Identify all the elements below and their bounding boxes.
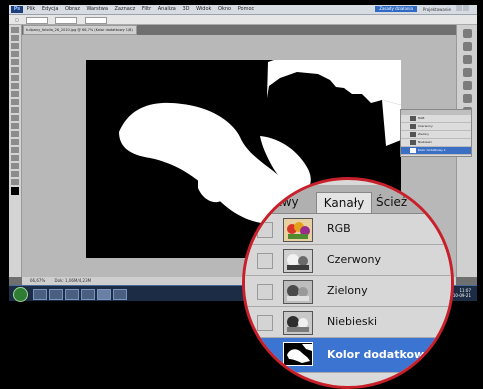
move-tool-icon[interactable] xyxy=(11,27,19,33)
gradient-tool-icon[interactable] xyxy=(11,115,19,121)
mini-channel-green[interactable]: Zielony xyxy=(401,131,471,139)
marquee-tool-icon[interactable] xyxy=(11,35,19,41)
pen-tool-icon[interactable] xyxy=(11,139,19,145)
eyedropper-tool-icon[interactable] xyxy=(11,67,19,73)
menu-view[interactable]: Widok xyxy=(196,5,211,14)
mini-channel-spot[interactable]: Kolor dodatkowy 1 xyxy=(401,147,471,155)
menu-3d[interactable]: 3D xyxy=(182,5,189,14)
tab-channels[interactable]: Kanały xyxy=(316,192,372,213)
mini-channel-red[interactable]: Czerwony xyxy=(401,123,471,131)
menu-image[interactable]: Obraz xyxy=(65,5,80,14)
rgb-thumbnail-icon xyxy=(283,218,313,242)
document-size: Dok: 1,06M/4,23M xyxy=(54,278,92,283)
green-channel-thumbnail-icon xyxy=(283,280,313,304)
mini-channel-rgb[interactable]: RGB xyxy=(401,115,471,123)
maximize-icon[interactable] xyxy=(463,5,469,11)
document-tab[interactable]: tulipany_fotolia_26_2010.jpg @ 66,7% (Ko… xyxy=(23,25,137,35)
photoshop-logo: Ps xyxy=(11,6,23,13)
taskbar-app-6-icon[interactable] xyxy=(113,289,127,300)
channel-label: Zielony xyxy=(327,284,368,297)
zoom-level[interactable]: 66,67% xyxy=(30,278,45,283)
swatches-panel-icon[interactable] xyxy=(463,42,472,51)
window-controls xyxy=(455,5,475,21)
menu-window[interactable]: Okno xyxy=(218,5,231,14)
menu-analysis[interactable]: Analiza xyxy=(158,5,176,14)
eraser-tool-icon[interactable] xyxy=(11,107,19,113)
shape-tool-icon[interactable] xyxy=(11,163,19,169)
workspace-design-label[interactable]: Projektowanie xyxy=(423,6,451,13)
zoom-tool-icon[interactable] xyxy=(11,179,19,185)
brush-tool-icon[interactable] xyxy=(11,83,19,89)
history-brush-tool-icon[interactable] xyxy=(11,99,19,105)
foreground-color-swatch[interactable] xyxy=(11,187,19,195)
menu-layer[interactable]: Warstwa xyxy=(86,5,107,14)
menu-select[interactable]: Zaznacz xyxy=(115,5,136,14)
channel-row-blue[interactable]: Niebieski xyxy=(245,307,451,338)
menu-help[interactable]: Pomoc xyxy=(238,5,255,14)
option-input-2[interactable] xyxy=(55,15,78,24)
visibility-toggle[interactable] xyxy=(257,284,273,300)
healing-tool-icon[interactable] xyxy=(11,75,19,81)
channel-row-green[interactable]: Zielony xyxy=(245,276,451,307)
channel-label: Niebieski xyxy=(327,315,378,328)
lasso-tool-icon[interactable] xyxy=(11,43,19,49)
styles-panel-icon[interactable] xyxy=(463,55,472,64)
dodge-tool-icon[interactable] xyxy=(11,131,19,137)
taskbar-app-1-icon[interactable] xyxy=(33,289,47,300)
layers-panel-icon[interactable] xyxy=(463,94,472,103)
channel-row-spot-color[interactable]: Kolor dodatkowy 1 xyxy=(245,338,451,373)
crop-tool-icon[interactable] xyxy=(11,59,19,65)
panel-tab-strip: twy Kanały Ścież xyxy=(245,185,451,214)
visibility-toggle[interactable] xyxy=(257,222,273,238)
blur-tool-icon[interactable] xyxy=(11,123,19,129)
option-input-3[interactable] xyxy=(84,15,107,24)
channel-label: RGB xyxy=(327,222,351,235)
red-channel-thumbnail-icon xyxy=(283,249,313,273)
taskbar-app-3-icon[interactable] xyxy=(65,289,79,300)
options-bar: ▢ xyxy=(9,15,477,25)
toolbox xyxy=(9,25,22,277)
tab-layers[interactable]: twy xyxy=(277,192,299,212)
channel-label: Czerwony xyxy=(327,253,381,266)
quick-select-tool-icon[interactable] xyxy=(11,51,19,57)
workspace-essentials-button[interactable]: Zasady działania xyxy=(375,6,417,12)
mini-channel-blue[interactable]: Niebieski xyxy=(401,139,471,147)
menu-bar: Ps Plik Edycja Obraz Warstwa Zaznacz Fil… xyxy=(9,5,477,21)
menu-filter[interactable]: Filtr xyxy=(142,5,151,14)
color-panel-icon[interactable] xyxy=(463,29,472,38)
taskbar-app-2-icon[interactable] xyxy=(49,289,63,300)
taskbar-photoshop-icon[interactable] xyxy=(97,289,111,300)
type-tool-icon[interactable] xyxy=(11,147,19,153)
visibility-eye-icon[interactable] xyxy=(257,346,273,362)
minimize-icon[interactable] xyxy=(456,5,462,11)
tab-paths[interactable]: Ścież xyxy=(376,192,407,212)
magnifier-callout: twy Kanały Ścież RGB Czerwony Zielony Ni… xyxy=(242,177,454,389)
clone-tool-icon[interactable] xyxy=(11,91,19,97)
masks-panel-icon[interactable] xyxy=(463,81,472,90)
channel-row-red[interactable]: Czerwony xyxy=(245,245,451,276)
channel-label: Kolor dodatkowy 1 xyxy=(327,348,443,361)
adjustments-panel-icon[interactable] xyxy=(463,68,472,77)
visibility-toggle[interactable] xyxy=(257,315,273,331)
hand-tool-icon[interactable] xyxy=(11,171,19,177)
option-input-1[interactable] xyxy=(26,15,49,24)
visibility-toggle[interactable] xyxy=(257,253,273,269)
start-button-icon[interactable] xyxy=(13,287,28,302)
spot-channel-thumbnail-icon xyxy=(283,342,313,366)
taskbar-app-4-icon[interactable] xyxy=(81,289,95,300)
blue-channel-thumbnail-icon xyxy=(283,311,313,335)
menu-edit[interactable]: Edycja xyxy=(42,5,59,14)
path-select-tool-icon[interactable] xyxy=(11,155,19,161)
tool-preset-icon[interactable]: ▢ xyxy=(15,15,19,24)
channels-panel-small: RGB Czerwony Zielony Niebieski Kolor dod… xyxy=(400,109,472,157)
channel-row-rgb[interactable]: RGB xyxy=(245,214,451,245)
menu-file[interactable]: Plik xyxy=(27,5,36,14)
